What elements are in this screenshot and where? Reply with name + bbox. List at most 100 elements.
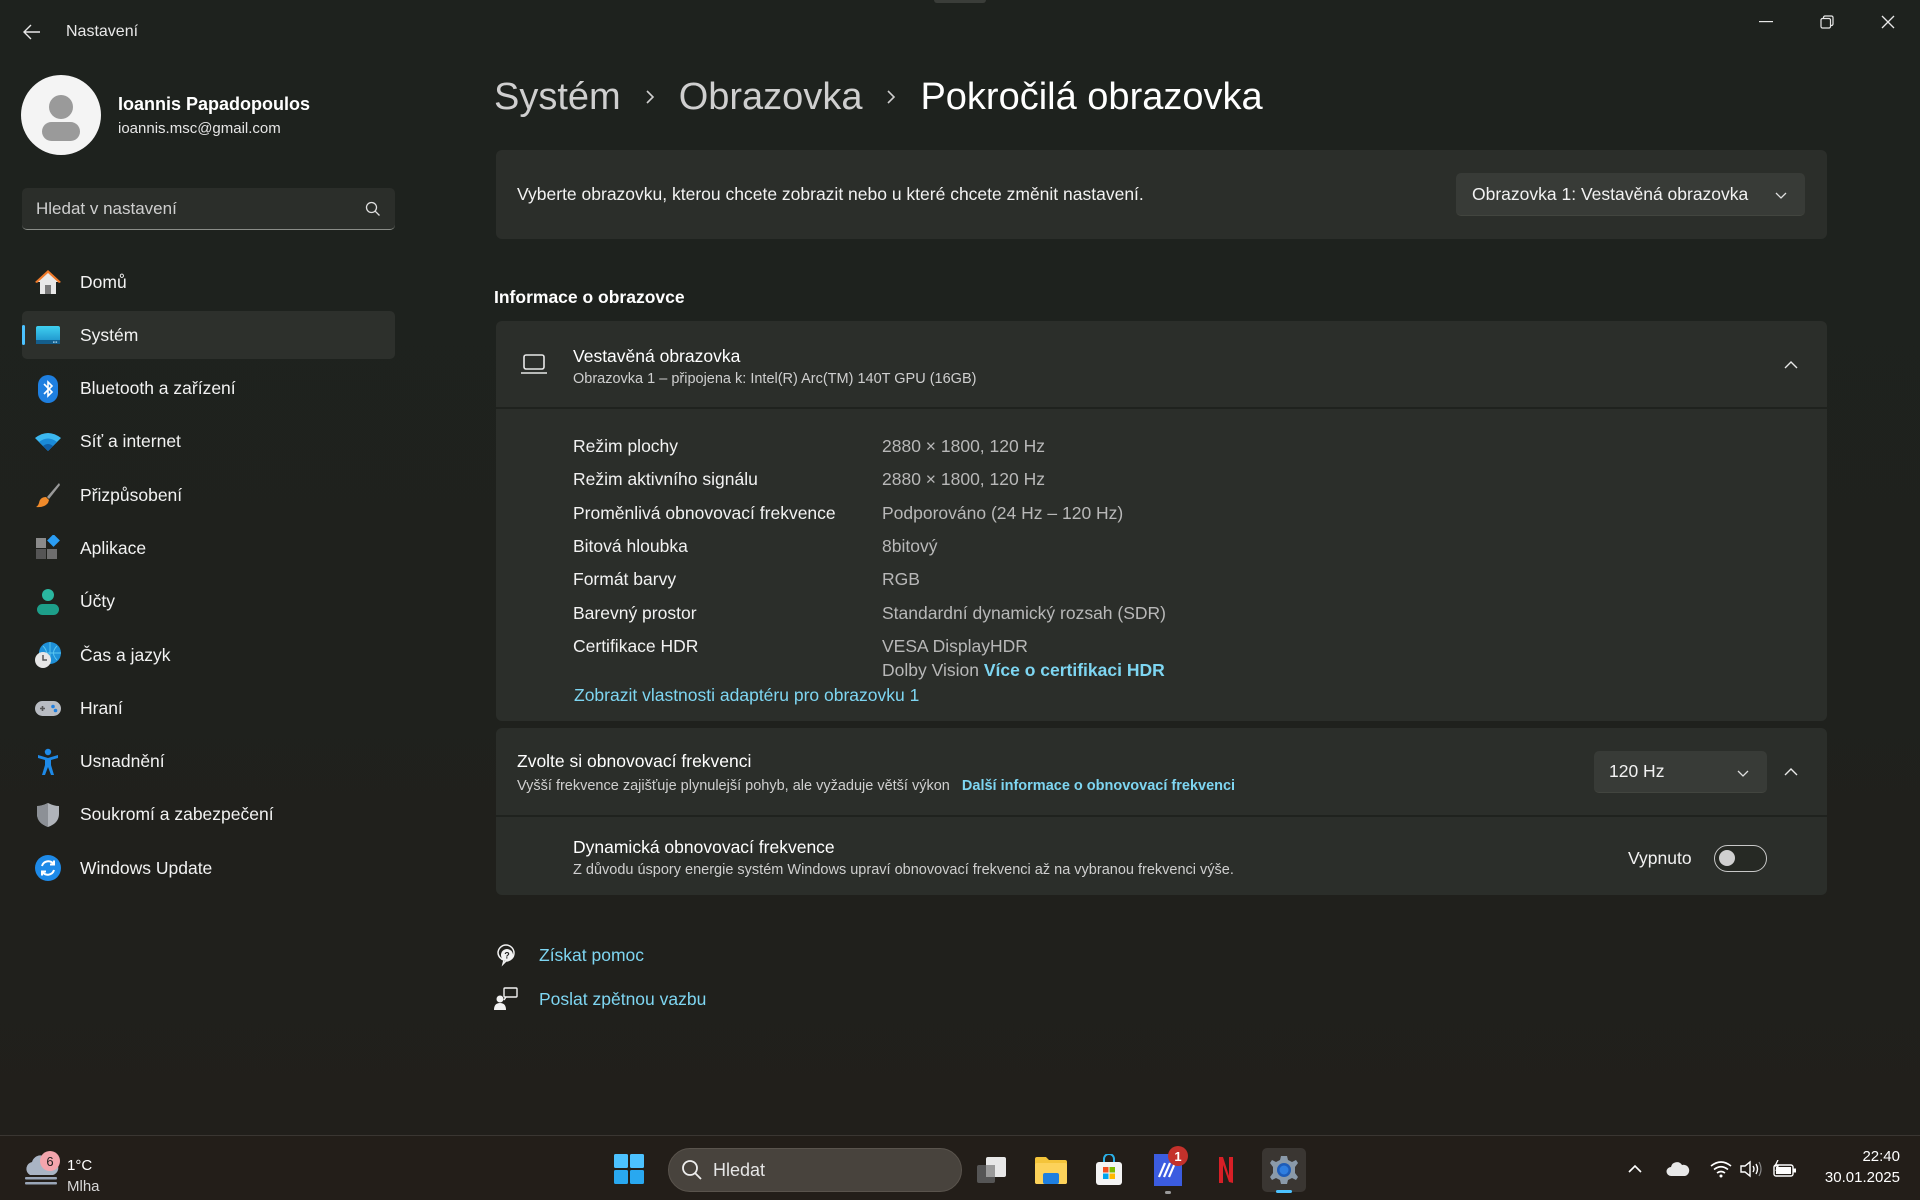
section-title-display-info: Informace o obrazovce bbox=[494, 287, 685, 307]
onedrive-cloud-icon bbox=[1666, 1162, 1690, 1176]
taskbar-app-badge[interactable]: 1 bbox=[1146, 1146, 1190, 1194]
taskbar-file-explorer[interactable] bbox=[1029, 1148, 1073, 1192]
sidebar-item-label: Domů bbox=[80, 271, 127, 292]
network-tray[interactable] bbox=[1708, 1156, 1734, 1182]
time-language-icon bbox=[34, 641, 62, 669]
user-name: Ioannis Papadopoulos bbox=[118, 94, 311, 114]
sidebar-item-label: Soukromí a zabezpečení bbox=[80, 804, 274, 825]
settings-search[interactable] bbox=[22, 188, 395, 230]
chevron-up-icon bbox=[1784, 361, 1798, 369]
sidebar-item-personalization[interactable]: Přizpůsobení bbox=[22, 471, 395, 519]
collapse-button[interactable] bbox=[1775, 756, 1807, 788]
sidebar-item-label: Usnadnění bbox=[80, 751, 165, 772]
feedback-icon bbox=[494, 987, 518, 1011]
taskbar: 6 1°C Mlha Hledat 1 22:40 30.01.2025 bbox=[0, 1135, 1920, 1200]
dynamic-refresh-toggle[interactable] bbox=[1714, 845, 1767, 872]
breadcrumb-display[interactable]: Obrazovka bbox=[679, 76, 863, 119]
sidebar-item-accessibility[interactable]: Usnadnění bbox=[22, 738, 395, 786]
spec-label: Proměnlivá obnovovací frekvence bbox=[573, 503, 836, 523]
refresh-rate-info-link[interactable]: Další informace o obnovovací frekvenci bbox=[962, 778, 1235, 794]
search-icon bbox=[682, 1160, 702, 1180]
sidebar-item-bluetooth[interactable]: Bluetooth a zařízení bbox=[22, 365, 395, 413]
spec-label: Certifikace HDR bbox=[573, 636, 699, 656]
accounts-icon bbox=[34, 588, 62, 616]
gamepad-icon bbox=[34, 694, 62, 722]
breadcrumb: Systém Obrazovka Pokročilá obrazovka bbox=[494, 76, 1263, 119]
battery-tray[interactable] bbox=[1772, 1156, 1798, 1182]
display-name: Vestavěná obrazovka bbox=[573, 346, 741, 366]
onedrive-tray[interactable] bbox=[1665, 1156, 1691, 1182]
help-chat-icon: ? bbox=[494, 943, 518, 967]
sidebar-item-label: Hraní bbox=[80, 697, 123, 718]
sidebar-item-windows-update[interactable]: Windows Update bbox=[22, 844, 395, 892]
spec-label: Barevný prostor bbox=[573, 603, 697, 623]
avatar[interactable] bbox=[21, 75, 101, 155]
app-title: Nastavení bbox=[66, 23, 139, 40]
snap-handle[interactable] bbox=[934, 0, 986, 3]
shield-icon bbox=[34, 801, 62, 829]
sidebar-item-accounts[interactable]: Účty bbox=[22, 578, 395, 626]
feedback-label[interactable]: Poslat zpětnou vazbu bbox=[539, 989, 706, 1010]
running-indicator bbox=[1165, 1191, 1171, 1194]
sidebar-item-label: Přizpůsobení bbox=[80, 484, 183, 505]
taskbar-netflix[interactable] bbox=[1204, 1148, 1248, 1192]
sidebar-item-apps[interactable]: Aplikace bbox=[22, 524, 395, 572]
get-help-link[interactable]: ? Získat pomoc bbox=[494, 943, 644, 967]
show-hidden-icons-button[interactable] bbox=[1622, 1156, 1648, 1182]
sidebar-item-label: Účty bbox=[80, 591, 115, 612]
svg-text:?: ? bbox=[504, 951, 510, 961]
search-icon[interactable] bbox=[365, 201, 381, 217]
back-button[interactable] bbox=[18, 18, 46, 46]
restore-button[interactable] bbox=[1799, 6, 1855, 38]
display-dropdown[interactable]: Obrazovka 1: Vestavěná obrazovka bbox=[1456, 173, 1805, 216]
sidebar-item-home[interactable]: Domů bbox=[22, 258, 395, 306]
hdr-certification-link[interactable]: Více o certifikaci HDR bbox=[984, 660, 1165, 680]
minimize-button[interactable] bbox=[1738, 6, 1794, 38]
restore-icon bbox=[1820, 15, 1834, 29]
home-icon bbox=[34, 268, 62, 296]
sidebar-nav: Domů Systém Bluetooth a zařízení Síť a i… bbox=[22, 258, 395, 898]
weather-widget[interactable]: 6 1°C Mlha bbox=[22, 1146, 142, 1195]
clock[interactable]: 22:40 30.01.2025 bbox=[1825, 1146, 1900, 1188]
battery-charging-icon bbox=[1773, 1160, 1796, 1177]
refresh-rate-dropdown[interactable]: 120 Hz bbox=[1594, 751, 1767, 793]
clock-time: 22:40 bbox=[1862, 1148, 1900, 1165]
search-input[interactable] bbox=[36, 198, 365, 219]
taskbar-task-view[interactable] bbox=[970, 1148, 1014, 1192]
sidebar-item-label: Aplikace bbox=[80, 537, 147, 558]
refresh-rate-header: Zvolte si obnovovací frekvenci Vyšší fre… bbox=[496, 728, 1827, 817]
weather-description: Mlha bbox=[67, 1178, 100, 1195]
chevron-down-icon bbox=[1775, 184, 1787, 205]
sidebar-item-system[interactable]: Systém bbox=[22, 311, 395, 360]
taskbar-search[interactable]: Hledat bbox=[668, 1148, 962, 1192]
sidebar-item-network[interactable]: Síť a internet bbox=[22, 418, 395, 466]
volume-tray[interactable] bbox=[1738, 1156, 1764, 1182]
sidebar-item-time-language[interactable]: Čas a jazyk bbox=[22, 631, 395, 679]
get-help-label[interactable]: Získat pomoc bbox=[539, 945, 644, 966]
refresh-rate-description: Vyšší frekvence zajišťuje plynulejší poh… bbox=[517, 778, 1235, 794]
start-button[interactable] bbox=[613, 1153, 645, 1185]
feedback-link[interactable]: Poslat zpětnou vazbu bbox=[494, 987, 706, 1011]
display-info-header[interactable]: Vestavěná obrazovka Obrazovka 1 – připoj… bbox=[496, 321, 1827, 409]
taskbar-search-label: Hledat bbox=[713, 1159, 766, 1180]
collapse-button[interactable] bbox=[1775, 349, 1807, 381]
chevron-up-icon bbox=[1628, 1164, 1642, 1173]
chevron-right-icon bbox=[645, 84, 655, 112]
task-view-icon bbox=[977, 1157, 1006, 1183]
selection-indicator bbox=[22, 325, 25, 346]
taskbar-settings[interactable] bbox=[1262, 1148, 1306, 1193]
breadcrumb-system[interactable]: Systém bbox=[494, 76, 621, 119]
taskbar-store[interactable] bbox=[1087, 1148, 1131, 1192]
spec-value: Podporováno (24 Hz – 120 Hz) bbox=[882, 503, 1124, 523]
spec-value: Dolby Vision bbox=[882, 660, 979, 680]
adapter-properties-link[interactable]: Zobrazit vlastnosti adaptéru pro obrazov… bbox=[574, 685, 919, 706]
dynamic-refresh-description: Z důvodu úspory energie systém Windows u… bbox=[573, 862, 1234, 878]
dynamic-refresh-title: Dynamická obnovovací frekvence bbox=[573, 837, 835, 857]
refresh-rate-title: Zvolte si obnovovací frekvenci bbox=[517, 751, 752, 771]
netflix-icon bbox=[1219, 1157, 1233, 1183]
chevron-right-icon bbox=[886, 84, 896, 112]
sidebar-item-privacy[interactable]: Soukromí a zabezpečení bbox=[22, 791, 395, 839]
microsoft-store-icon bbox=[1096, 1154, 1122, 1185]
sidebar-item-gaming[interactable]: Hraní bbox=[22, 684, 395, 732]
close-button[interactable] bbox=[1860, 6, 1916, 38]
